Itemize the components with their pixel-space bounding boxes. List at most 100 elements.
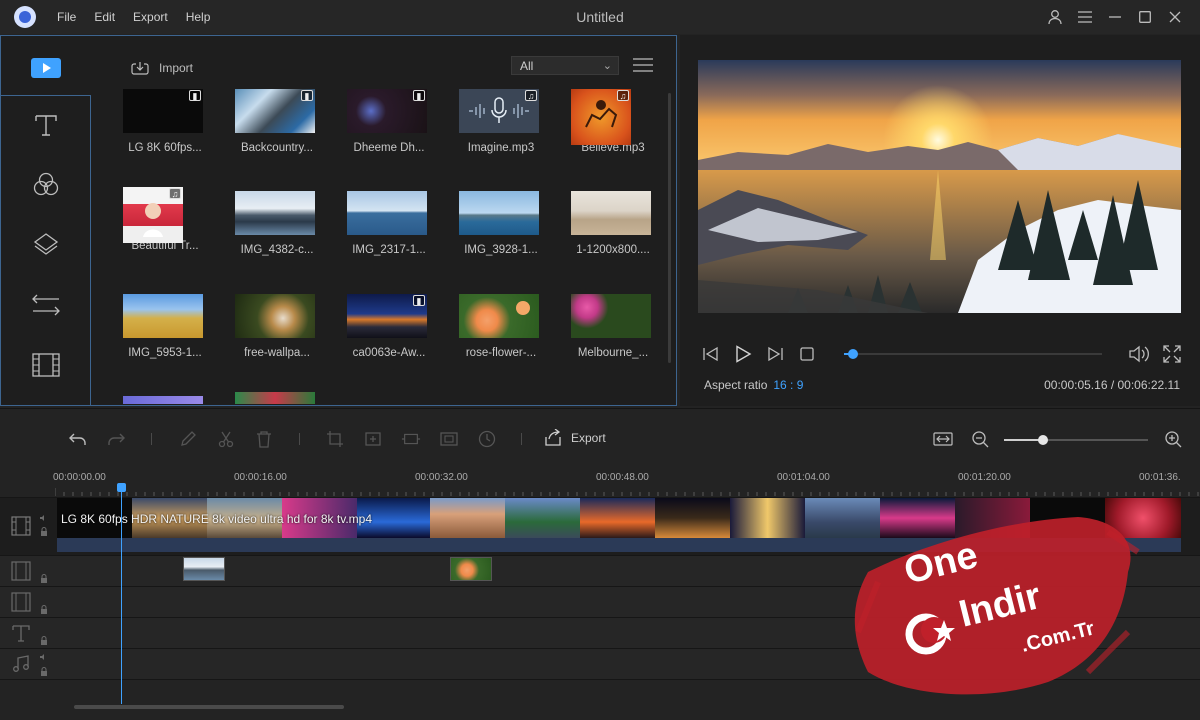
- import-button[interactable]: Import: [131, 61, 193, 75]
- rail-media[interactable]: [1, 39, 91, 97]
- account-icon[interactable]: [1040, 0, 1070, 34]
- main-clip-label: LG 8K 60fps HDR NATURE 8k video ultra hd…: [61, 512, 373, 526]
- media-item[interactable]: [235, 392, 319, 404]
- media-name: Dheeme Dh...: [353, 142, 425, 154]
- ruler-label: 00:01:20.00: [958, 472, 1011, 483]
- track-lock-icon[interactable]: [40, 667, 48, 676]
- media-item[interactable]: [123, 396, 207, 404]
- media-grid: ▮ LG 8K 60fps... ▮ Backcountry... ▮ Dhee…: [121, 84, 666, 404]
- redo-icon[interactable]: [106, 429, 126, 449]
- menu-edit[interactable]: Edit: [85, 10, 124, 24]
- zoom-in-icon[interactable]: [1163, 429, 1183, 449]
- duration-clock-icon[interactable]: [477, 429, 497, 449]
- media-item[interactable]: Melbourne_...: [571, 294, 655, 359]
- media-item[interactable]: IMG_2317-1...: [347, 191, 431, 256]
- media-item[interactable]: ▮ ca0063e-Aw...: [347, 294, 431, 359]
- zoom-knob[interactable]: [1037, 435, 1048, 445]
- media-thumbnail: ▮: [123, 89, 203, 133]
- freeze-frame-icon[interactable]: [363, 429, 383, 449]
- timeline-scrollbar[interactable]: [60, 705, 1180, 709]
- mosaic-icon[interactable]: [439, 429, 459, 449]
- list-view-icon[interactable]: [633, 57, 653, 73]
- zoom-slider[interactable]: [1004, 435, 1148, 445]
- app-logo-icon[interactable]: [14, 6, 36, 28]
- playhead-handle[interactable]: [117, 483, 126, 492]
- media-item[interactable]: 1-1200x800....: [571, 191, 655, 256]
- split-scissors-icon[interactable]: [216, 429, 236, 449]
- stop-icon[interactable]: [798, 345, 816, 363]
- film-icon: [32, 353, 60, 377]
- media-item[interactable]: ♫ Imagine.mp3: [459, 89, 543, 154]
- pip-clip[interactable]: [450, 557, 492, 581]
- crop-icon[interactable]: [325, 429, 345, 449]
- main-video-clip[interactable]: LG 8K 60fps HDR NATURE 8k video ultra hd…: [57, 498, 1181, 538]
- import-icon: [131, 62, 149, 75]
- export-label: Export: [571, 431, 606, 445]
- track-lock-icon[interactable]: [40, 527, 48, 536]
- timeline-ruler[interactable]: 00:00:00.00 00:00:16.00 00:00:32.00 00:0…: [53, 468, 1200, 498]
- text-track: [0, 617, 1200, 648]
- progress-knob[interactable]: [848, 349, 859, 359]
- music-badge-icon: ♫: [169, 188, 181, 199]
- track-lock-icon[interactable]: [40, 574, 48, 583]
- fullscreen-icon[interactable]: [1162, 344, 1182, 364]
- preview-timecode: 00:00:05.16 / 00:06:22.11: [1044, 378, 1180, 392]
- minimize-icon[interactable]: [1100, 0, 1130, 34]
- media-item[interactable]: IMG_4382-c...: [235, 191, 319, 256]
- maximize-icon[interactable]: [1130, 0, 1160, 34]
- media-name: rose-flower-...: [465, 347, 537, 359]
- play-icon[interactable]: [734, 345, 752, 363]
- media-name: Melbourne_...: [577, 347, 649, 359]
- media-item[interactable]: free-wallpa...: [235, 294, 319, 359]
- preview-video[interactable]: [698, 60, 1181, 313]
- rail-transitions[interactable]: [1, 276, 91, 334]
- import-label: Import: [159, 61, 194, 75]
- media-name: free-wallpa...: [244, 347, 310, 359]
- menu-help[interactable]: Help: [177, 10, 220, 24]
- aspect-value[interactable]: 16 : 9: [773, 378, 803, 392]
- menu-hamburger-icon[interactable]: [1070, 0, 1100, 34]
- track-lock-icon[interactable]: [40, 636, 48, 645]
- delete-icon[interactable]: [254, 429, 274, 449]
- pip-clip[interactable]: [183, 557, 225, 581]
- media-item[interactable]: ▮ Dheeme Dh...: [347, 89, 431, 154]
- media-item[interactable]: IMG_3928-1...: [459, 191, 543, 256]
- media-thumbnail: [571, 191, 651, 235]
- media-filter-select[interactable]: All ⌄: [511, 56, 619, 75]
- transport-controls: [702, 345, 816, 363]
- rail-text[interactable]: [1, 96, 91, 154]
- menu-export[interactable]: Export: [124, 10, 177, 24]
- export-button[interactable]: Export: [543, 429, 606, 447]
- menu-file[interactable]: File: [48, 10, 85, 24]
- transition-icon: [32, 294, 60, 316]
- timeline-footer: [0, 679, 1200, 720]
- volume-icon[interactable]: [1128, 344, 1150, 364]
- edit-pencil-icon[interactable]: [178, 429, 198, 449]
- trim-icon[interactable]: [401, 429, 421, 449]
- fit-timeline-icon[interactable]: [933, 429, 953, 449]
- rail-elements[interactable]: [1, 336, 91, 394]
- media-item[interactable]: ▮ Backcountry...: [235, 89, 319, 154]
- ruler-label: 00:00:16.00: [234, 472, 287, 483]
- rail-filters[interactable]: [1, 156, 91, 214]
- media-item[interactable]: ♫ Believe.mp3: [571, 89, 655, 154]
- undo-icon[interactable]: [68, 429, 88, 449]
- media-scrollbar[interactable]: [668, 93, 671, 363]
- zoom-out-icon[interactable]: [970, 429, 990, 449]
- media-item[interactable]: IMG_5953-1...: [123, 294, 207, 359]
- next-frame-icon[interactable]: [766, 345, 784, 363]
- track-lock-icon[interactable]: [40, 605, 48, 614]
- chevron-down-icon: ⌄: [602, 60, 612, 72]
- previous-frame-icon[interactable]: [702, 345, 720, 363]
- track-mute-icon[interactable]: [40, 514, 48, 522]
- preview-progress-bar[interactable]: [844, 349, 1102, 359]
- media-thumbnail: [235, 191, 315, 235]
- media-item[interactable]: ▮ LG 8K 60fps...: [123, 89, 207, 154]
- rail-overlays[interactable]: [1, 216, 91, 274]
- track-mute-icon[interactable]: [40, 653, 48, 661]
- media-item[interactable]: rose-flower-...: [459, 294, 543, 359]
- video-badge-icon: ▮: [413, 295, 425, 306]
- media-item[interactable]: ♫ Beautiful Tr...: [123, 187, 207, 252]
- close-icon[interactable]: [1160, 0, 1190, 34]
- timeline-scroll-thumb[interactable]: [74, 705, 344, 709]
